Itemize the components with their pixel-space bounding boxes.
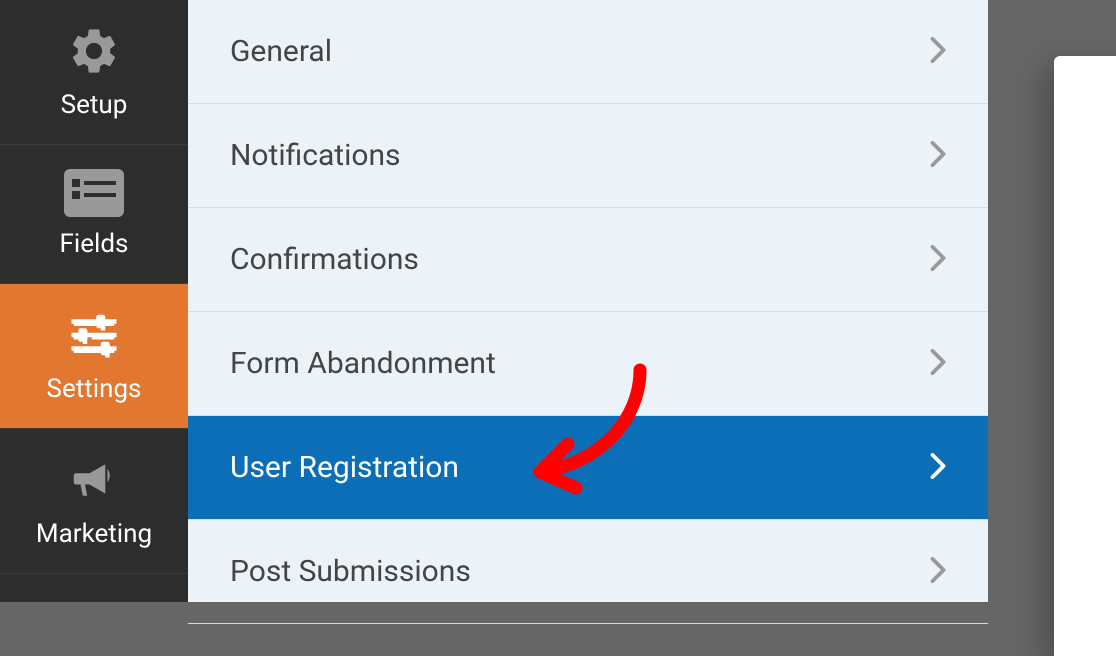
settings-item-label: General (230, 34, 332, 69)
right-background (988, 0, 1116, 602)
chevron-right-icon (930, 557, 946, 587)
settings-item-post-submissions[interactable]: Post Submissions (188, 520, 988, 624)
chevron-right-icon (930, 37, 946, 67)
settings-item-label: Form Abandonment (230, 346, 496, 381)
settings-item-user-registration[interactable]: User Registration (188, 416, 988, 520)
sidebar-item-label: Settings (47, 374, 142, 404)
sidebar-item-marketing[interactable]: Marketing (0, 429, 188, 574)
settings-item-notifications[interactable]: Notifications (188, 104, 988, 208)
settings-item-label: Post Submissions (230, 554, 471, 589)
settings-item-confirmations[interactable]: Confirmations (188, 208, 988, 312)
chevron-right-icon (930, 141, 946, 171)
megaphone-icon (67, 453, 121, 507)
sidebar-item-fields[interactable]: Fields (0, 145, 188, 284)
chevron-right-icon (930, 245, 946, 275)
settings-item-label: Confirmations (230, 242, 419, 277)
sidebar-item-label: Fields (60, 229, 129, 259)
chevron-right-icon (930, 349, 946, 379)
sidebar: Setup Fields Settings Marketing (0, 0, 188, 602)
settings-item-label: Notifications (230, 138, 401, 173)
settings-item-general[interactable]: General (188, 0, 988, 104)
sidebar-item-setup[interactable]: Setup (0, 0, 188, 145)
settings-item-label: User Registration (230, 450, 459, 485)
settings-panel: General Notifications Confirmations Form… (188, 0, 988, 602)
sidebar-item-settings[interactable]: Settings (0, 284, 188, 429)
settings-item-form-abandonment[interactable]: Form Abandonment (188, 312, 988, 416)
sliders-icon (67, 308, 121, 362)
right-panel-card (1054, 56, 1116, 656)
sidebar-item-label: Marketing (36, 519, 152, 549)
chevron-right-icon (930, 453, 946, 483)
sidebar-item-label: Setup (61, 90, 128, 120)
gear-icon (67, 24, 121, 78)
list-icon (64, 169, 124, 217)
